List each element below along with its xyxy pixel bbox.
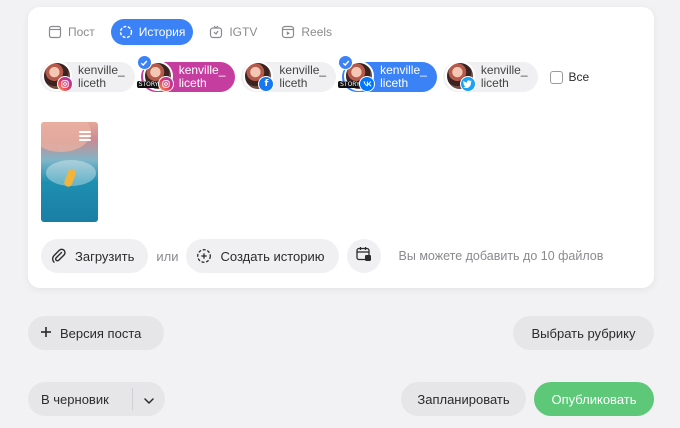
publish-button[interactable]: Опубликовать: [534, 382, 654, 416]
draft-split-button: В черновик: [28, 382, 165, 416]
plus-icon: [40, 326, 52, 341]
add-post-version-label: Версия поста: [60, 325, 142, 341]
chevron-down-icon: [144, 392, 154, 407]
tab-reels-label: Reels: [301, 25, 333, 39]
twitter-icon: [459, 76, 476, 92]
choose-rubric-label: Выбрать рубрику: [531, 325, 636, 341]
media-library-button[interactable]: [346, 239, 381, 273]
post-type-tabs: Пост История IGTV Reels: [40, 19, 340, 45]
vk-icon: [359, 76, 376, 92]
instagram-icon: [57, 76, 73, 92]
add-post-version-button[interactable]: Версия поста: [28, 316, 164, 350]
tab-story[interactable]: История: [110, 19, 194, 45]
account-chip-instagram[interactable]: kenville_ liceth: [40, 61, 135, 92]
story-tag: STORY: [136, 81, 161, 88]
create-story-icon: [196, 248, 212, 264]
save-draft-button[interactable]: В черновик: [28, 392, 132, 407]
facebook-icon: f: [258, 76, 275, 92]
select-all[interactable]: Все: [549, 70, 590, 84]
account-selector: kenville_ liceth STORY kenville_ liceth …: [40, 55, 590, 93]
tab-igtv-label: IGTV: [229, 25, 258, 39]
account-chip-instagram-story[interactable]: STORY kenville_ liceth: [136, 55, 236, 92]
upload-button[interactable]: Загрузить: [41, 239, 149, 273]
instagram-icon: [157, 76, 174, 92]
account-name: kenville_ liceth: [279, 63, 327, 90]
media-actions: Загрузить или Создать историю Вы можете …: [41, 239, 646, 273]
account-name: kenville_ liceth: [480, 63, 528, 90]
account-chip-vk-story[interactable]: STORY kenville_ liceth: [338, 55, 437, 92]
paperclip-icon: [51, 248, 67, 264]
check-icon: [136, 55, 152, 70]
tab-post[interactable]: Пост: [40, 19, 103, 45]
tab-story-label: История: [138, 25, 186, 39]
post-editor-card: Пост История IGTV Reels kenville_ liceth…: [28, 7, 654, 288]
upload-label: Загрузить: [75, 248, 135, 264]
schedule-label: Запланировать: [417, 391, 510, 407]
tab-reels[interactable]: Reels: [273, 19, 340, 45]
create-story-label: Создать историю: [220, 248, 325, 264]
publish-label: Опубликовать: [551, 391, 637, 407]
select-all-checkbox[interactable]: [549, 70, 563, 84]
account-chip-facebook[interactable]: f kenville_ liceth: [241, 61, 337, 92]
tab-igtv[interactable]: IGTV: [201, 19, 265, 45]
account-name: kenville_ liceth: [380, 63, 427, 90]
reels-icon: [281, 25, 295, 39]
drag-handle-icon[interactable]: [79, 131, 91, 143]
or-label: или: [156, 248, 179, 264]
account-chip-twitter[interactable]: kenville_ liceth: [442, 61, 538, 92]
draft-options-dropdown[interactable]: [133, 382, 165, 416]
calendar-edit-icon: [355, 245, 373, 268]
account-name: kenville_ liceth: [178, 63, 226, 90]
media-thumbnail[interactable]: [41, 122, 98, 222]
schedule-button[interactable]: Запланировать: [401, 382, 526, 416]
igtv-icon: [209, 25, 223, 39]
select-all-label: Все: [568, 70, 590, 84]
post-icon: [48, 25, 62, 39]
account-name: kenville_ liceth: [78, 63, 125, 90]
story-ring-icon: [119, 25, 133, 39]
create-story-button[interactable]: Создать историю: [186, 239, 339, 273]
choose-rubric-button[interactable]: Выбрать рубрику: [513, 316, 654, 350]
upload-limit-hint: Вы можете добавить до 10 файлов: [398, 249, 604, 263]
tab-post-label: Пост: [68, 25, 95, 39]
